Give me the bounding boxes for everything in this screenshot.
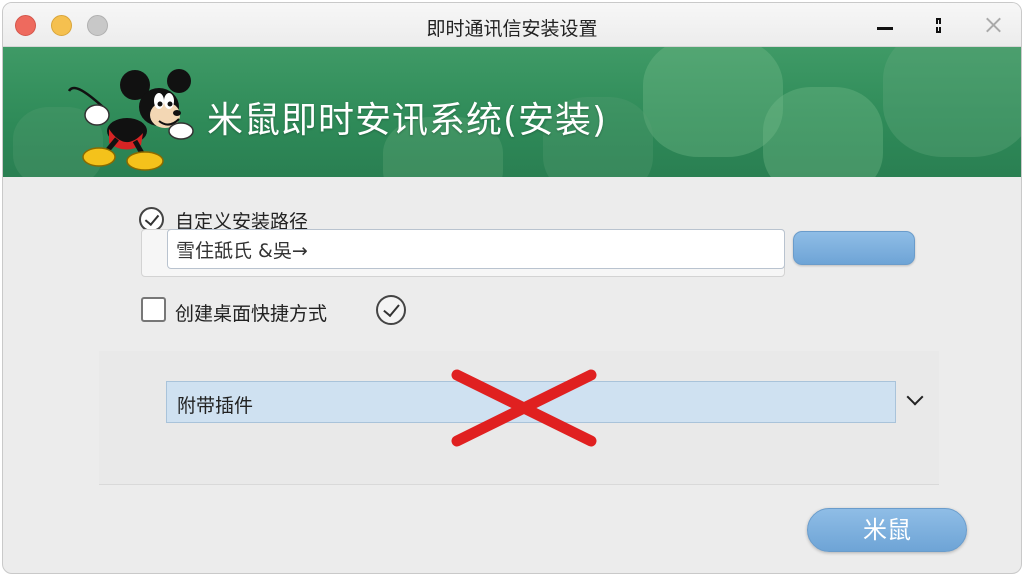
desktop-shortcut-label: 创建桌面快捷方式 (175, 303, 328, 325)
installer-window: 即时通讯信安装设置 米鼠即时安讯系统(安装) 自定义安装路径 雪住舐氏 &吳→ … (2, 2, 1022, 574)
minimize-icon[interactable] (869, 9, 901, 41)
circle-check-icon[interactable] (376, 295, 406, 325)
install-path-input[interactable] (167, 229, 785, 269)
title-bar: 即时通讯信安装设置 (3, 3, 1021, 47)
header-banner: 米鼠即时安讯系统(安装) (3, 47, 1021, 177)
mouse-mascot-icon (67, 69, 194, 171)
close-icon[interactable] (977, 9, 1009, 41)
desktop-shortcut-checkbox[interactable] (141, 297, 166, 322)
restore-icon[interactable] (923, 9, 955, 41)
plugins-label: 附带插件 (177, 395, 254, 417)
install-button[interactable]: 米鼠 (807, 508, 967, 552)
browse-button[interactable] (793, 231, 915, 265)
red-x-mark-icon (451, 369, 597, 447)
banner-title: 米鼠即时安讯系统(安装) (207, 100, 608, 141)
